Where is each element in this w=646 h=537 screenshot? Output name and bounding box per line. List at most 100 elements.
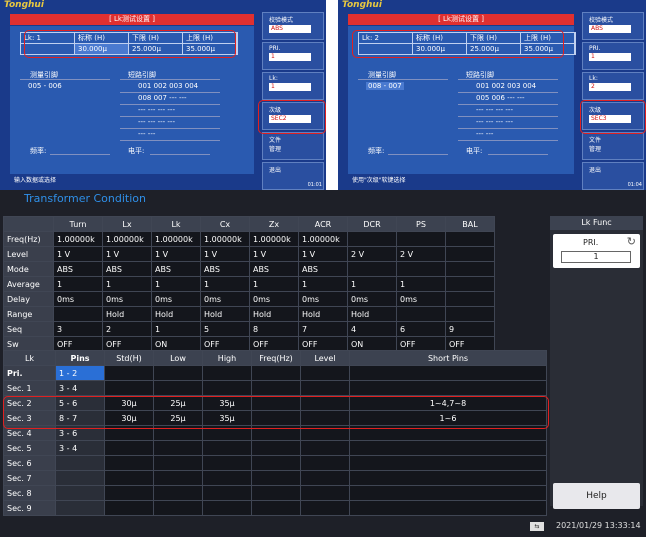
condition-cell[interactable] [445,276,495,292]
lk-cell[interactable] [153,380,203,396]
condition-cell[interactable] [396,231,446,247]
condition-cell[interactable]: 1 V [102,246,152,262]
lk-cell[interactable] [104,365,154,381]
pri-value[interactable]: 1 [561,251,631,263]
condition-cell[interactable]: ABS [53,261,103,277]
condition-cell[interactable]: 2 [102,321,152,337]
condition-cell[interactable] [445,246,495,262]
condition-cell[interactable]: 7 [298,321,348,337]
condition-cell[interactable] [396,306,446,322]
lk-cell[interactable] [251,455,301,471]
lk-row[interactable]: Sec. 9 [3,500,547,516]
condition-cell[interactable]: 0ms [200,291,250,307]
condition-cell[interactable]: 1 V [151,246,201,262]
condition-cell[interactable]: 1 [249,276,299,292]
condition-cell[interactable]: 4 [347,321,397,337]
condition-cell[interactable]: Hold [200,306,250,322]
condition-cell[interactable]: 5 [200,321,250,337]
lk-cell[interactable] [349,500,547,516]
condition-cell[interactable]: 1.00000k [200,231,250,247]
condition-cell[interactable]: 1.00000k [249,231,299,247]
lk-cell[interactable] [300,380,350,396]
pins-cell[interactable]: 3 - 4 [55,440,105,456]
condition-cell[interactable]: ABS [102,261,152,277]
condition-cell[interactable]: Hold [102,306,152,322]
lk-cell[interactable] [349,455,547,471]
condition-cell[interactable] [445,306,495,322]
condition-cell[interactable]: 3 [53,321,103,337]
lk-cell[interactable] [300,440,350,456]
softkey-pri[interactable]: PRI. 1 [582,42,644,70]
lk-row[interactable]: Sec. 13 - 4 [3,380,547,396]
softkey-check-mode[interactable]: 校验模式 ABS [582,12,644,40]
lk-cell[interactable] [202,485,252,501]
lk-cell[interactable] [251,365,301,381]
lk-cell[interactable] [153,365,203,381]
measure-pins-value[interactable]: 008 - 007 [366,82,404,90]
lk-cell[interactable] [300,365,350,381]
condition-cell[interactable] [445,261,495,277]
condition-cell[interactable]: 8 [249,321,299,337]
condition-cell[interactable]: 1 [151,276,201,292]
lk-row[interactable]: Sec. 6 [3,455,547,471]
lk-cell[interactable] [300,500,350,516]
condition-cell[interactable]: 1.00000k [298,231,348,247]
softkey-check-mode[interactable]: 校验模式 ABS [262,12,324,40]
lk-cell[interactable] [153,455,203,471]
lk-cell[interactable] [300,485,350,501]
lk-cell[interactable] [104,500,154,516]
condition-cell[interactable]: 1 [102,276,152,292]
lk-cell[interactable] [349,470,547,486]
lk-row[interactable]: Sec. 53 - 4 [3,440,547,456]
condition-cell[interactable]: 0ms [298,291,348,307]
lk-cell[interactable] [251,380,301,396]
pins-cell[interactable]: 3 - 4 [55,380,105,396]
condition-cell[interactable]: 0ms [53,291,103,307]
lk-cell[interactable] [349,440,547,456]
measure-pins-value[interactable]: 005 - 006 [28,82,62,90]
softkey-pri[interactable]: PRI. 1 [262,42,324,70]
lk-cell[interactable] [104,440,154,456]
condition-cell[interactable]: 0ms [396,291,446,307]
condition-cell[interactable]: ABS [151,261,201,277]
pins-cell[interactable] [55,455,105,471]
pins-cell[interactable] [55,485,105,501]
condition-cell[interactable]: 0ms [151,291,201,307]
condition-cell[interactable] [445,231,495,247]
condition-cell[interactable]: 1 [298,276,348,292]
condition-cell[interactable]: Hold [298,306,348,322]
lk-row[interactable]: Pri. 1 - 2 [3,365,547,381]
condition-cell[interactable] [347,261,397,277]
condition-cell[interactable]: 1 [200,276,250,292]
short-pins-row-1[interactable]: 001 002 003 004 [476,82,536,90]
help-button[interactable]: Help [553,483,640,509]
condition-cell[interactable]: 1 V [53,246,103,262]
condition-cell[interactable]: Hold [151,306,201,322]
pins-cell[interactable] [55,470,105,486]
condition-cell[interactable]: ABS [298,261,348,277]
condition-cell[interactable]: Hold [347,306,397,322]
condition-cell[interactable]: 1.00000k [53,231,103,247]
condition-cell[interactable]: 1 [396,276,446,292]
condition-cell[interactable] [396,261,446,277]
lk-cell[interactable] [104,380,154,396]
lk-cell[interactable] [153,500,203,516]
lk-cell[interactable] [202,380,252,396]
condition-cell[interactable]: 1.00000k [102,231,152,247]
softkey-lk[interactable]: Lk: 2 [582,72,644,100]
lk-cell[interactable] [104,455,154,471]
lk-cell[interactable] [202,440,252,456]
softkey-file-manage[interactable]: 文件 管理 [262,132,324,160]
pins-cell[interactable] [55,500,105,516]
lk-cell[interactable] [251,440,301,456]
condition-cell[interactable]: ABS [200,261,250,277]
condition-cell[interactable]: 1 [151,321,201,337]
condition-cell[interactable]: 0ms [102,291,152,307]
condition-cell[interactable]: 1.00000k [151,231,201,247]
pri-selector[interactable]: PRI. ↻ 1 [553,234,640,268]
lk-cell[interactable] [153,485,203,501]
lk-cell[interactable] [251,500,301,516]
condition-cell[interactable]: 2 V [347,246,397,262]
refresh-icon[interactable]: ↻ [627,235,636,248]
lk-cell[interactable] [202,455,252,471]
